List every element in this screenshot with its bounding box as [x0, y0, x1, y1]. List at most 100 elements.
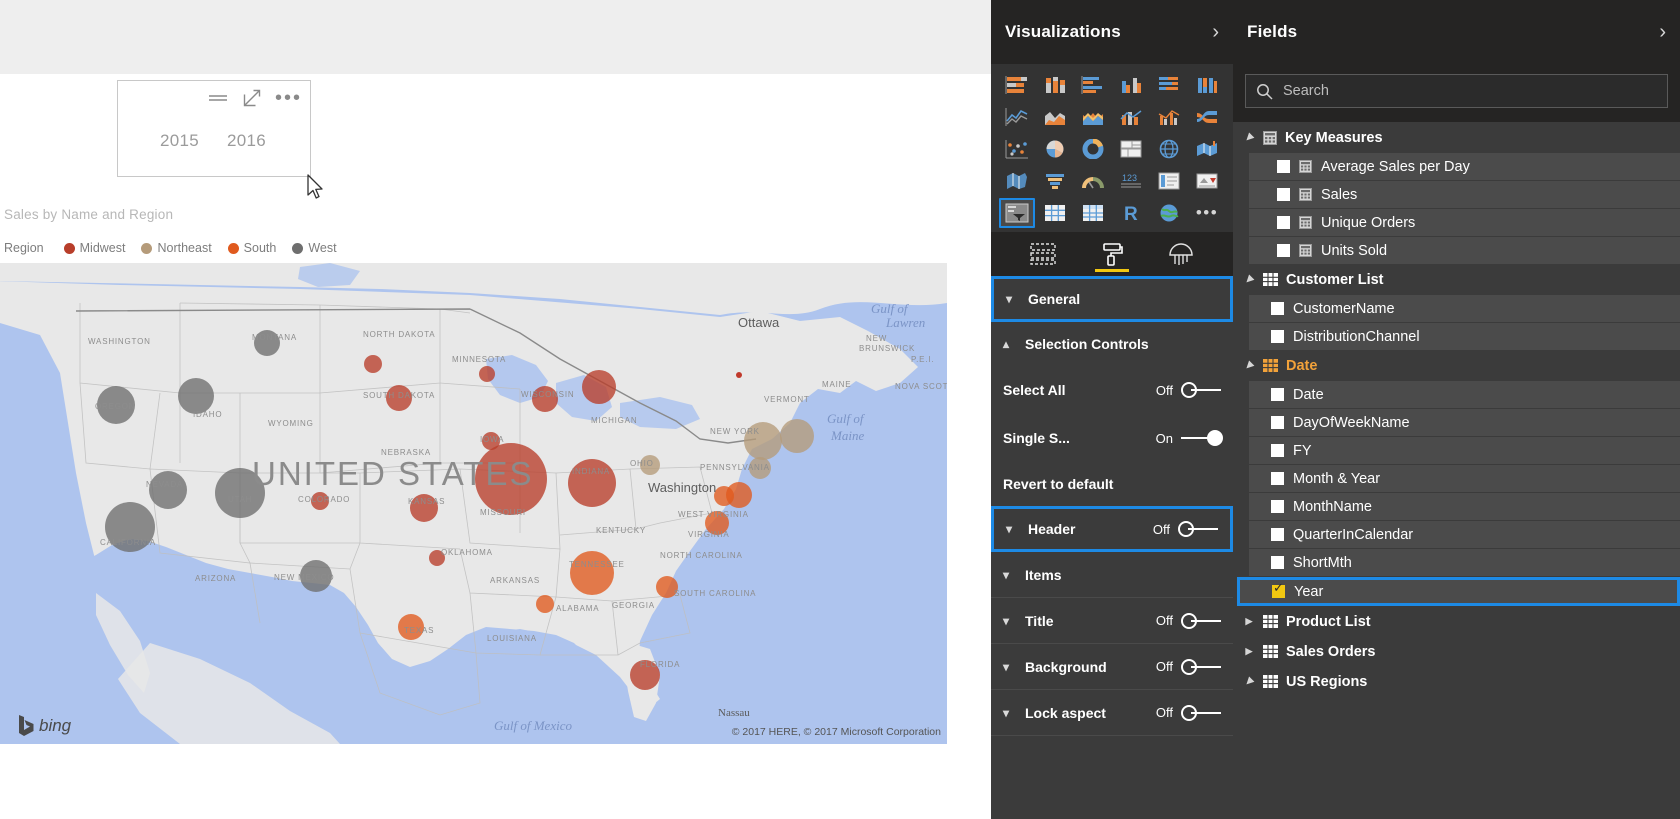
kpi-button[interactable]	[1189, 166, 1225, 196]
clustered-column-chart-button[interactable]	[1113, 70, 1149, 100]
chevron-right-icon[interactable]: ›	[1659, 22, 1666, 42]
checkbox-icon[interactable]	[1271, 528, 1284, 541]
format-section-background[interactable]: ▾ Background Off	[991, 644, 1233, 690]
fields-table-sales-orders[interactable]: ▶ Sales Orders	[1233, 637, 1680, 666]
field-item[interactable]: DistributionChannel	[1249, 323, 1680, 350]
bing-logo[interactable]: bing	[18, 715, 71, 736]
multi-row-card-button[interactable]	[1151, 166, 1187, 196]
clustered-bar-chart-button[interactable]	[1075, 70, 1111, 100]
donut-chart-button[interactable]	[1075, 134, 1111, 164]
fields-table-customer-list[interactable]: ◀ Customer List	[1233, 265, 1680, 294]
checkbox-icon[interactable]	[1271, 472, 1284, 485]
checkbox-icon[interactable]	[1271, 330, 1284, 343]
fields-table-date[interactable]: ◀ Date	[1233, 351, 1680, 380]
search-input[interactable]: Search	[1283, 83, 1329, 99]
tab-format[interactable]	[1089, 234, 1135, 274]
shape-map-button[interactable]	[999, 166, 1035, 196]
tab-analytics[interactable]	[1158, 234, 1204, 274]
matrix-button[interactable]	[1075, 198, 1111, 228]
bubble-map-visual[interactable]: UNITED STATES Ottawa Washington Gulf of …	[0, 263, 947, 744]
format-section-general[interactable]: ▾ General	[991, 276, 1233, 322]
year-slicer-visual[interactable]: ••• 2015 2016	[117, 80, 311, 177]
focus-mode-icon[interactable]	[243, 89, 261, 107]
checkbox-icon[interactable]	[1277, 188, 1290, 201]
single-select-toggle[interactable]	[1181, 429, 1223, 447]
checkbox-icon[interactable]	[1271, 444, 1284, 457]
checkbox-icon[interactable]	[1271, 556, 1284, 569]
table-button[interactable]	[1037, 198, 1073, 228]
format-section-toggle[interactable]	[1181, 658, 1223, 676]
expanded-triangle-icon[interactable]: ◀	[1241, 271, 1257, 287]
revert-to-default-button[interactable]: Revert to default	[991, 462, 1233, 506]
treemap-button[interactable]	[1113, 134, 1149, 164]
card-button[interactable]: 123	[1113, 166, 1149, 196]
checkbox-icon[interactable]	[1277, 160, 1290, 173]
collapsed-triangle-icon[interactable]: ▶	[1243, 616, 1255, 627]
100-stacked-column-chart-button[interactable]	[1189, 70, 1225, 100]
format-section-items[interactable]: ▾ Items	[991, 552, 1233, 598]
tab-fields[interactable]	[1020, 234, 1066, 274]
slicer-item-2015[interactable]: 2015	[160, 131, 199, 151]
legend-entry-south[interactable]: South	[227, 241, 276, 255]
collapsed-triangle-icon[interactable]: ▶	[1243, 646, 1255, 657]
format-section-toggle[interactable]	[1181, 612, 1223, 630]
chevron-right-icon[interactable]: ›	[1212, 22, 1219, 42]
filled-map-button[interactable]	[1189, 134, 1225, 164]
expanded-triangle-icon[interactable]: ◀	[1241, 673, 1257, 689]
format-subsection-selection-controls[interactable]: ▴ Selection Controls	[991, 322, 1233, 366]
line-stacked-column-chart-button[interactable]	[1113, 102, 1149, 132]
gauge-chart-button[interactable]	[1075, 166, 1111, 196]
field-item[interactable]: Average Sales per Day	[1249, 153, 1680, 180]
scatter-chart-button[interactable]	[999, 134, 1035, 164]
field-item[interactable]: ShortMth	[1249, 549, 1680, 576]
more-visuals-button[interactable]: •••	[1189, 198, 1225, 228]
more-options-icon[interactable]: •••	[275, 88, 302, 108]
field-item[interactable]: CustomerName	[1249, 295, 1680, 322]
line-chart-button[interactable]	[999, 102, 1035, 132]
format-section-toggle[interactable]	[1181, 704, 1223, 722]
fields-table-key-measures[interactable]: ◀ Key Measures	[1233, 123, 1680, 152]
slicer-item-2016[interactable]: 2016	[227, 131, 266, 151]
field-item[interactable]: DayOfWeekName	[1249, 409, 1680, 436]
legend-entry-northeast[interactable]: Northeast	[141, 241, 212, 255]
funnel-chart-button[interactable]	[1037, 166, 1073, 196]
field-item[interactable]: QuarterInCalendar	[1249, 521, 1680, 548]
stacked-area-chart-button[interactable]	[1075, 102, 1111, 132]
field-item[interactable]: Units Sold	[1249, 237, 1680, 264]
field-item[interactable]: MonthName	[1249, 493, 1680, 520]
field-item[interactable]: Month & Year	[1249, 465, 1680, 492]
area-chart-button[interactable]	[1037, 102, 1073, 132]
stacked-column-chart-button[interactable]	[1037, 70, 1073, 100]
checkbox-checked-icon[interactable]	[1272, 581, 1285, 598]
field-item[interactable]: Year	[1237, 577, 1680, 606]
field-item[interactable]: Unique Orders	[1249, 209, 1680, 236]
pie-chart-button[interactable]	[1037, 134, 1073, 164]
field-item[interactable]: Sales	[1249, 181, 1680, 208]
format-section-toggle[interactable]	[1178, 520, 1220, 538]
100-stacked-bar-chart-button[interactable]	[1151, 70, 1187, 100]
field-item[interactable]: Date	[1249, 381, 1680, 408]
checkbox-icon[interactable]	[1271, 416, 1284, 429]
expanded-triangle-icon[interactable]: ◀	[1241, 357, 1257, 373]
search-box[interactable]: Search	[1245, 74, 1668, 108]
legend-entry-midwest[interactable]: Midwest	[63, 241, 125, 255]
expanded-triangle-icon[interactable]: ◀	[1241, 129, 1257, 145]
fields-table-product-list[interactable]: ▶ Product List	[1233, 607, 1680, 636]
line-clustered-column-chart-button[interactable]	[1151, 102, 1187, 132]
format-section-title[interactable]: ▾ Title Off	[991, 598, 1233, 644]
checkbox-icon[interactable]	[1271, 388, 1284, 401]
ribbon-chart-button[interactable]	[1189, 102, 1225, 132]
checkbox-icon[interactable]	[1277, 216, 1290, 229]
slicer-button[interactable]	[999, 198, 1035, 228]
select-all-toggle[interactable]	[1181, 381, 1223, 399]
format-section-header[interactable]: ▾ Header Off	[991, 506, 1233, 552]
r-script-visual-button[interactable]: R	[1113, 198, 1149, 228]
legend-entry-west[interactable]: West	[292, 241, 337, 255]
checkbox-icon[interactable]	[1277, 244, 1290, 257]
filter-icon[interactable]	[207, 91, 229, 105]
format-section-lock-aspect[interactable]: ▾ Lock aspect Off	[991, 690, 1233, 736]
arcgis-map-button[interactable]	[1151, 198, 1187, 228]
stacked-bar-chart-button[interactable]	[999, 70, 1035, 100]
fields-table-us-regions[interactable]: ◀ US Regions	[1233, 667, 1680, 696]
checkbox-icon[interactable]	[1271, 302, 1284, 315]
